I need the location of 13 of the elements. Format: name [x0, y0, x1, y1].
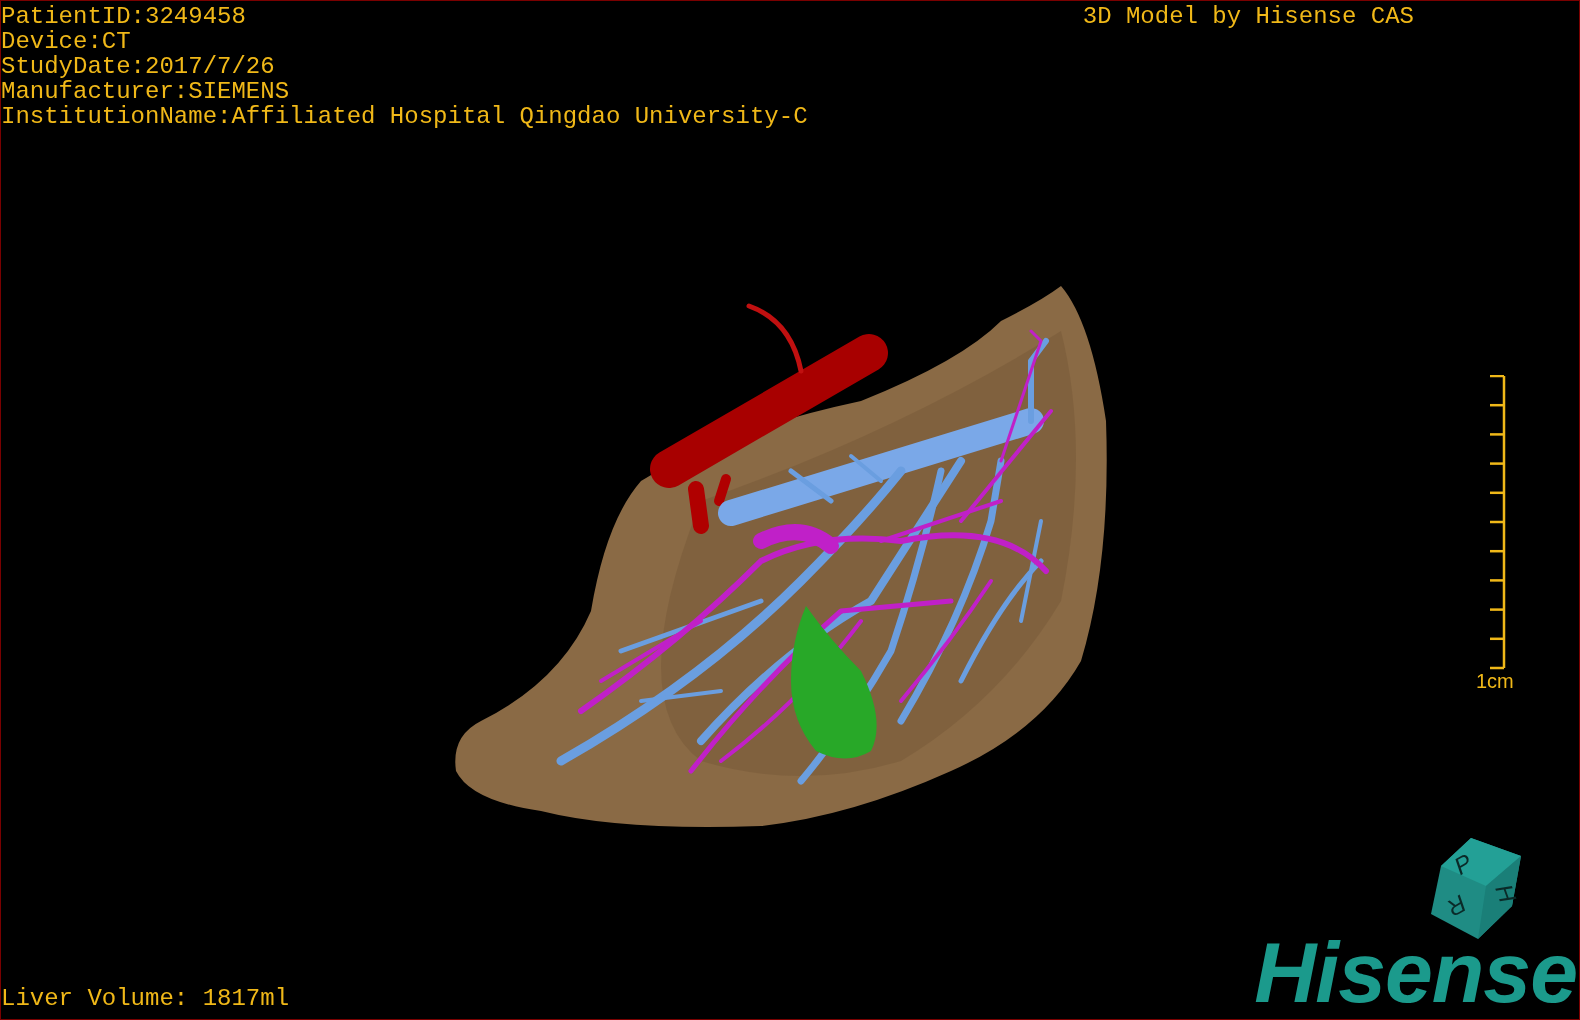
patient-info-line: PatientID:3249458 [1, 4, 247, 29]
liver-model-drawing[interactable] [455, 286, 1107, 827]
cube-face-letter: H [1490, 880, 1522, 907]
patient-info-line: InstitutionName:Affiliated Hospital Qingdao University-C [1, 104, 808, 129]
liver-volume-text: Liver Volume: 1817ml [1, 986, 290, 1011]
viewer-title: 3D Model by Hisense CAS [1082, 4, 1414, 29]
cube-face-letter: P [1449, 848, 1477, 880]
brand-logo: Hisense [1254, 937, 1578, 1007]
patient-info-line: StudyDate:2017/7/26 [1, 54, 276, 79]
patient-info-line: Manufacturer:SIEMENS [1, 79, 291, 104]
scale-label: 1cm [1476, 670, 1514, 692]
cube-face-letter: R [1442, 889, 1472, 922]
patient-info-line: Device:CT [1, 29, 132, 54]
